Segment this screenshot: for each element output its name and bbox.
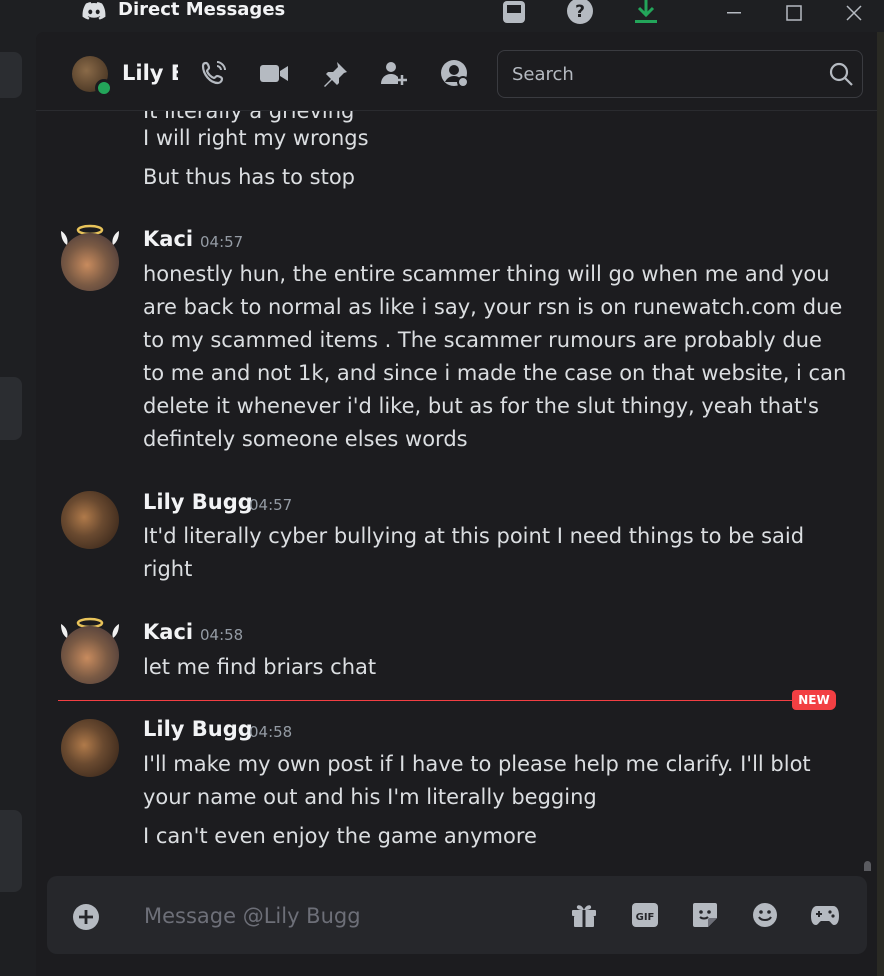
user-profile-icon[interactable] [439,59,471,89]
new-messages-badge: NEW [792,690,836,710]
message-text: honestly hun, the entire scammer thing w… [143,262,830,286]
sidebar-item[interactable] [0,810,22,892]
search-input[interactable] [510,60,814,88]
message-text: But thus has to stop [143,165,355,189]
new-messages-divider [58,700,828,701]
message-list: It literally a grieving I will right my … [36,111,877,871]
avatar[interactable] [61,233,119,291]
maximize-icon[interactable] [780,0,808,26]
avatar[interactable] [61,491,119,549]
message-text: I'll make my own post if I have to pleas… [143,752,811,776]
search-icon[interactable] [828,61,854,87]
message-author[interactable]: Lily Bugg [143,717,253,741]
sticker-icon[interactable] [690,900,720,930]
window-title: Direct Messages [118,0,286,20]
add-friends-icon[interactable] [379,59,411,89]
message-text: to me and not 1k, and since i made the c… [143,361,847,385]
avatar[interactable] [61,719,119,777]
message-text: to my scammed items . The scammer rumour… [143,328,822,352]
scrollbar-thumb[interactable] [864,861,871,871]
chat-panel: Lily Bugg It literally a grieving I will… [36,32,877,976]
message-timestamp: 04:57 [249,496,293,514]
video-call-icon[interactable] [258,59,290,89]
discord-logo-icon [82,2,106,20]
pin-icon[interactable] [319,59,351,89]
minimize-icon[interactable] [720,0,748,26]
download-icon[interactable] [632,0,660,26]
search-box[interactable] [497,50,863,98]
chat-header: Lily Bugg [36,32,877,111]
gift-icon[interactable] [569,900,599,930]
message-timestamp: 04:58 [249,723,293,741]
message-text: right [143,557,193,581]
message-text: I can't even enjoy the game anymore [143,824,537,848]
sidebar-item[interactable] [0,377,22,440]
message-input[interactable] [142,898,546,934]
message-text: I will right my wrongs [143,126,369,150]
avatar[interactable] [61,626,119,684]
message-author[interactable]: Kaci [143,620,193,644]
message-timestamp: 04:57 [200,233,244,251]
message-text: are back to normal as like i say, your r… [143,295,843,319]
message-text: It'd literally cyber bullying at this po… [143,524,805,548]
online-status-icon [95,79,113,97]
message-text: your name out and his I'm literally begg… [143,785,597,809]
message-author[interactable]: Kaci [143,227,193,251]
voice-call-icon[interactable] [199,59,231,89]
close-icon[interactable] [840,0,868,26]
background-edge [877,32,884,976]
gif-label: GIF [636,912,655,923]
emoji-icon[interactable] [750,900,780,930]
add-attachment-icon[interactable] [71,902,101,932]
recipient-name[interactable]: Lily Bugg [122,61,178,85]
sidebar-item[interactable] [0,52,22,98]
activity-icon[interactable] [810,900,840,930]
help-icon[interactable]: ? [566,0,594,26]
title-bar: Direct Messages ? [0,0,884,32]
sidebar-edge [0,32,34,976]
svg-text:?: ? [575,2,585,22]
inbox-icon[interactable] [500,0,528,26]
message-composer: GIF [47,876,867,954]
message-text: defintely someone elses words [143,427,468,451]
message-timestamp: 04:58 [200,626,244,644]
message-author[interactable]: Lily Bugg [143,490,253,514]
message-text: delete it whenever i'd like, but as for … [143,394,819,418]
message-text: let me find briars chat [143,655,377,679]
gif-icon[interactable]: GIF [630,900,660,930]
